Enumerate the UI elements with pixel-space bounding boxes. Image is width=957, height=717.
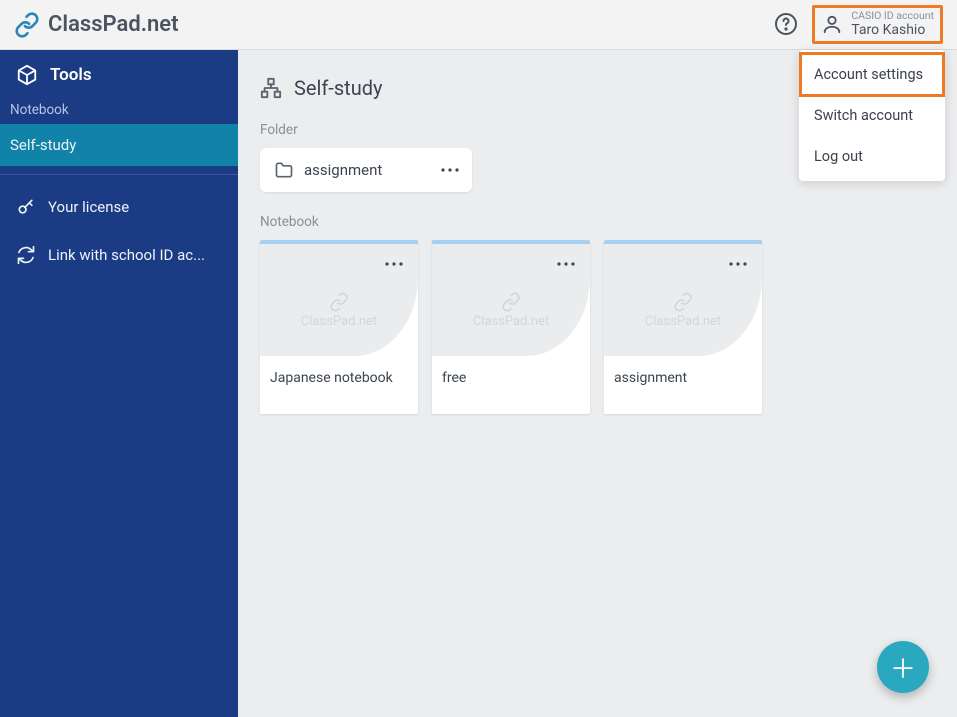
more-horizontal-icon xyxy=(557,262,575,266)
notebook-name: assignment xyxy=(604,356,762,414)
add-fab[interactable]: ＋ xyxy=(877,641,929,693)
help-circle-icon[interactable] xyxy=(774,12,798,36)
notebook-card[interactable]: ClassPad.net free xyxy=(432,240,590,414)
account-label: CASIO ID account xyxy=(851,10,934,23)
sidebar: Tools Notebook Self-study Your license L… xyxy=(0,50,238,717)
sidebar-item-linkschool[interactable]: Link with school ID ac... xyxy=(0,231,238,279)
sidebar-divider xyxy=(0,174,238,175)
sidebar-item-label: Link with school ID ac... xyxy=(48,246,205,264)
folder-more-button[interactable] xyxy=(436,156,464,184)
notebook-watermark: ClassPad.net xyxy=(301,292,377,329)
notebook-more-button[interactable] xyxy=(552,250,580,278)
notebook-thumb: ClassPad.net xyxy=(432,244,590,356)
hierarchy-icon xyxy=(260,77,282,99)
sync-icon xyxy=(16,245,36,265)
sidebar-header-label: Tools xyxy=(50,65,92,85)
link-chain-icon xyxy=(329,292,349,312)
notebook-grid: ClassPad.net Japanese notebook ClassPad.… xyxy=(260,240,935,414)
folder-name: assignment xyxy=(304,161,436,179)
account-menu-settings[interactable]: Account settings xyxy=(799,52,945,97)
box-icon xyxy=(16,64,38,86)
app-header: ClassPad.net CASIO ID account Taro Kashi… xyxy=(0,0,957,50)
key-icon xyxy=(16,197,36,217)
account-text: CASIO ID account Taro Kashio xyxy=(851,10,934,39)
link-chain-icon xyxy=(14,12,40,38)
account-menu-logout[interactable]: Log out xyxy=(799,136,945,177)
page-title-text: Self-study xyxy=(294,76,382,100)
link-chain-icon xyxy=(501,292,521,312)
notebook-name: free xyxy=(432,356,590,414)
notebook-thumb: ClassPad.net xyxy=(604,244,762,356)
user-icon xyxy=(821,13,843,35)
brand-text: ClassPad.net xyxy=(48,12,179,37)
sidebar-sublabel: Notebook xyxy=(0,96,238,124)
sidebar-item-selfstudy[interactable]: Self-study xyxy=(0,124,238,166)
plus-icon: ＋ xyxy=(890,649,916,686)
brand[interactable]: ClassPad.net xyxy=(14,12,179,38)
more-horizontal-icon xyxy=(385,262,403,266)
notebook-card[interactable]: ClassPad.net assignment xyxy=(604,240,762,414)
account-menu-switch[interactable]: Switch account xyxy=(799,95,945,136)
notebook-name: Japanese notebook xyxy=(260,356,418,414)
sidebar-item-label: Your license xyxy=(48,198,129,216)
account-name: Taro Kashio xyxy=(851,22,934,39)
sidebar-header: Tools xyxy=(0,50,238,96)
notebook-more-button[interactable] xyxy=(380,250,408,278)
more-horizontal-icon xyxy=(729,262,747,266)
account-trigger[interactable]: CASIO ID account Taro Kashio xyxy=(812,5,943,44)
link-chain-icon xyxy=(673,292,693,312)
account-menu: Account settings Switch account Log out xyxy=(799,50,945,181)
sidebar-item-license[interactable]: Your license xyxy=(0,183,238,231)
notebook-section-label: Notebook xyxy=(260,214,935,230)
notebook-watermark: ClassPad.net xyxy=(473,292,549,329)
notebook-card[interactable]: ClassPad.net Japanese notebook xyxy=(260,240,418,414)
notebook-more-button[interactable] xyxy=(724,250,752,278)
notebook-thumb: ClassPad.net xyxy=(260,244,418,356)
more-horizontal-icon xyxy=(441,168,459,172)
folder-card[interactable]: assignment xyxy=(260,148,472,192)
folder-icon xyxy=(274,160,294,180)
notebook-watermark: ClassPad.net xyxy=(645,292,721,329)
header-right: CASIO ID account Taro Kashio xyxy=(774,5,943,44)
